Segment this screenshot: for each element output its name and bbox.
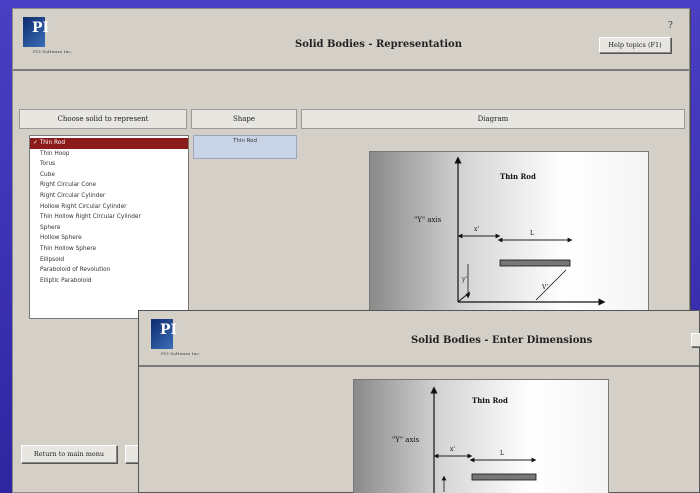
solid-list-item[interactable]: Torus (30, 159, 188, 170)
solid-list-item[interactable]: Thin Hollow Sphere (30, 244, 188, 255)
dimensions-y-axis-label: "Y" axis (392, 436, 420, 444)
solid-list-item[interactable]: Ellipsoid (30, 255, 188, 266)
help-button-partial[interactable] (691, 333, 700, 347)
length-label: L (530, 230, 534, 237)
solid-listbox[interactable]: ✓ Thin Rod Thin Hoop Torus Cube Right Circul… (29, 135, 189, 319)
rod-shape (499, 259, 571, 267)
solid-list-item[interactable]: Right Circular Cone (30, 180, 188, 191)
window-title: Solid Bodies - Representation (295, 39, 462, 50)
solid-list-item[interactable]: Hollow Sphere (30, 233, 188, 244)
shape-list[interactable]: Thin Rod (193, 135, 297, 159)
solid-list-item[interactable]: Hollow Right Circular Cylinder (30, 202, 188, 213)
dimensions-length-label: L (500, 450, 504, 457)
diagram-panel-header: Diagram (301, 109, 685, 129)
thin-rod-diagram: Thin Rod "Y" axis x' L y' V' (369, 151, 649, 321)
dimensions-window-title: Solid Bodies - Enter Dimensions (411, 335, 593, 346)
solid-list-item[interactable]: Elliptic Paraboloid (30, 276, 188, 287)
help-topics-button[interactable]: Help topics (F1) (599, 37, 671, 53)
diagram-title: Thin Rod (500, 172, 536, 181)
solid-list-item[interactable]: Cube (30, 170, 188, 181)
x-offset-label: x' (474, 226, 480, 233)
y-axis-label: "Y" axis (414, 216, 442, 224)
solid-list-item[interactable]: Paraboloid of Revolution (30, 265, 188, 276)
solid-list-item[interactable]: ✓ Thin Rod (30, 138, 188, 149)
shape-item[interactable]: Thin Rod (194, 136, 296, 146)
help-icon[interactable]: ? (668, 21, 673, 31)
solid-list-item[interactable]: Thin Hollow Right Circular Cylinder (30, 212, 188, 223)
shape-panel-header: Shape (191, 109, 297, 129)
y-offset-label: y' (462, 276, 468, 283)
solid-list-item[interactable]: Right Circular Cylinder (30, 191, 188, 202)
company-logo: PI PCI Software Inc. (19, 15, 89, 59)
desktop: { "main_window": { "logo": {"mark": "PI"… (0, 0, 700, 493)
dimensions-diagram: Thin Rod "Y" axis x' L (353, 379, 609, 493)
solid-list-item[interactable]: Thin Hoop (30, 149, 188, 160)
v-label: V' (542, 284, 548, 291)
dimensions-x-offset-label: x' (450, 446, 456, 453)
logo-tagline: PCI Software Inc. (161, 351, 201, 356)
solid-panel-header: Choose solid to represent (19, 109, 187, 129)
company-logo: PI PCI Software Inc. (147, 317, 217, 361)
return-to-main-menu-button[interactable]: Return to main menu (21, 445, 117, 463)
enter-dimensions-window: PI PCI Software Inc. Solid Bodies - Ente… (138, 310, 700, 493)
dimensions-diagram-title: Thin Rod (472, 396, 508, 405)
solid-list-item[interactable]: Sphere (30, 223, 188, 234)
logo-mark: PI (151, 319, 177, 349)
title-bar: PI PCI Software Inc. Solid Bodies - Repr… (13, 9, 689, 71)
dimensions-title-bar: PI PCI Software Inc. Solid Bodies - Ente… (139, 311, 700, 367)
logo-tagline: PCI Software Inc. (33, 49, 73, 54)
logo-mark: PI (23, 17, 49, 47)
